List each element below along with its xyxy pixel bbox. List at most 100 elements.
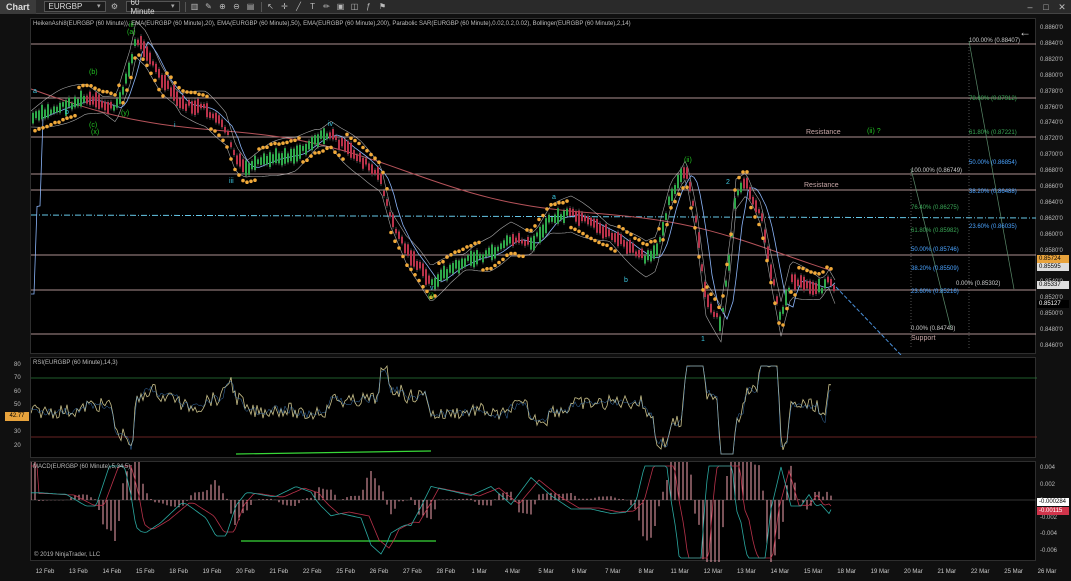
candle-body bbox=[623, 239, 625, 247]
candle-body bbox=[476, 250, 478, 265]
period-select[interactable]: 60 Minute ▾ bbox=[125, 0, 180, 16]
sar-dot bbox=[737, 175, 741, 180]
candle-body bbox=[815, 282, 817, 295]
line-tool-icon[interactable]: ╱ bbox=[294, 2, 304, 12]
candle-body bbox=[494, 247, 496, 259]
rsi-panel[interactable]: RSI(EURGBP (60 Minute),14,3) bbox=[30, 357, 1037, 458]
candle-body bbox=[410, 250, 412, 266]
crosshair-icon[interactable]: ✛ bbox=[280, 2, 290, 12]
sar-dot bbox=[693, 226, 697, 230]
candle-body bbox=[680, 168, 682, 183]
time-axis-label: 18 Feb bbox=[169, 569, 188, 575]
candle-body bbox=[638, 250, 640, 258]
zoom-out-icon[interactable]: ⊖ bbox=[232, 2, 242, 12]
pencil-icon[interactable]: ✏ bbox=[322, 2, 332, 12]
candle-body bbox=[206, 103, 208, 118]
sar-dot bbox=[37, 127, 41, 131]
sar-dot bbox=[449, 253, 453, 257]
price-panel[interactable]: HeikenAshi8(EURGBP (60 Minute)), EMA(EUR… bbox=[30, 18, 1037, 355]
candle-body bbox=[38, 110, 40, 121]
sar-dot bbox=[653, 239, 657, 243]
close-icon[interactable]: ✕ bbox=[1056, 1, 1068, 13]
price-axis-tick: 0.8680'0 bbox=[1040, 168, 1063, 175]
candle-body bbox=[647, 250, 649, 261]
price-axis[interactable]: 0.8860'0 0.8840'0 0.8820'0 0.8800'0 0.8780'0… bbox=[1036, 18, 1071, 354]
price-axis-tick: 0.8800'0 bbox=[1040, 72, 1063, 79]
sar-dot bbox=[505, 253, 509, 257]
candle-body bbox=[668, 196, 670, 206]
period-value: 60 Minute bbox=[130, 0, 155, 16]
macd-axis[interactable]: 0.0040.0020-0.002-0.004-0.006-0.000284-0… bbox=[1036, 461, 1071, 561]
sar-dot bbox=[97, 88, 101, 92]
candle-body bbox=[515, 237, 517, 243]
time-axis[interactable]: 12 Feb 13 Feb 14 Feb 15 Feb 18 Feb 19 Feb 20 F… bbox=[30, 564, 1057, 581]
data-box-icon[interactable]: ▣ bbox=[336, 2, 346, 12]
sar-dot bbox=[373, 156, 377, 160]
sar-dot bbox=[669, 206, 673, 210]
cursor-icon[interactable]: ↖ bbox=[266, 2, 276, 12]
candle-body bbox=[692, 200, 694, 206]
candle-body bbox=[305, 144, 307, 155]
sar-dot bbox=[205, 94, 209, 99]
candle-body bbox=[785, 290, 787, 306]
time-axis-label: 8 Mar bbox=[638, 569, 654, 575]
time-axis-label: 21 Feb bbox=[269, 569, 289, 575]
price-axis-tick: 0.8720'0 bbox=[1040, 136, 1063, 143]
sar-dot bbox=[329, 145, 333, 150]
sar-dot bbox=[789, 290, 793, 294]
candle-body bbox=[701, 264, 703, 272]
candle-body bbox=[545, 218, 547, 234]
candle-body bbox=[782, 306, 784, 314]
sar-dot bbox=[281, 141, 285, 145]
minimize-icon[interactable]: – bbox=[1024, 1, 1036, 13]
back-arrow-icon[interactable]: ← bbox=[1019, 25, 1031, 39]
time-axis-label: 13 Mar bbox=[737, 569, 756, 575]
sar-dot bbox=[209, 127, 213, 131]
price-axis-tick: 0.8640'0 bbox=[1040, 199, 1063, 206]
sar-dot bbox=[557, 200, 561, 205]
instrument-select[interactable]: EURGBP ▾ bbox=[43, 1, 106, 12]
sar-dot bbox=[149, 71, 153, 76]
sar-dot bbox=[177, 85, 181, 90]
fib-label: 100.00% (0.86749) bbox=[911, 168, 963, 174]
sar-dot bbox=[105, 90, 109, 94]
candle-body bbox=[146, 46, 148, 61]
macd-panel[interactable]: MACD(EURGBP (60 Minute),5,34,5) © 2019 N… bbox=[30, 461, 1037, 562]
candle-body bbox=[536, 232, 538, 237]
candle-body bbox=[584, 215, 586, 222]
search-instrument-icon[interactable]: ⚙ bbox=[110, 2, 120, 12]
strategies-icon[interactable]: ⚑ bbox=[378, 2, 388, 12]
properties-icon[interactable]: ▤ bbox=[246, 2, 256, 12]
zoom-in-icon[interactable]: ⊕ bbox=[218, 2, 228, 12]
indicators-icon[interactable]: ƒ bbox=[364, 2, 374, 12]
maximize-icon[interactable]: □ bbox=[1040, 1, 1052, 13]
candle-body bbox=[470, 250, 472, 266]
candle-body bbox=[455, 259, 457, 269]
rsi-chart-canvas bbox=[31, 364, 1037, 455]
sar-dot bbox=[689, 206, 693, 210]
candle-body bbox=[797, 279, 799, 287]
candle-body bbox=[479, 253, 481, 259]
price-axis-tick: 0.8580'0 bbox=[1040, 247, 1063, 254]
sar-dot bbox=[293, 138, 297, 143]
sar-dot bbox=[337, 153, 341, 157]
candle-body bbox=[227, 130, 229, 135]
text-tool-icon[interactable]: T bbox=[308, 2, 318, 12]
bar-type-icon[interactable]: ▥ bbox=[190, 2, 200, 12]
sar-dot bbox=[41, 126, 45, 130]
candle-body bbox=[374, 169, 376, 175]
screenshot-icon[interactable]: ◫ bbox=[350, 2, 360, 12]
candle-body bbox=[194, 100, 196, 115]
time-axis-label: 27 Feb bbox=[403, 569, 422, 575]
sar-dot bbox=[745, 170, 749, 174]
resistance-label: Resistance bbox=[804, 182, 839, 189]
candle-body bbox=[524, 240, 526, 246]
sar-dot bbox=[345, 132, 349, 137]
rsi-indicator-label: RSI(EURGBP (60 Minute),14,3) bbox=[33, 360, 118, 366]
sar-dot bbox=[521, 254, 525, 259]
draw-tools-icon[interactable]: ✎ bbox=[204, 2, 214, 12]
sar-dot bbox=[445, 255, 449, 259]
candle-body bbox=[248, 163, 250, 175]
rsi-tick: 70 bbox=[14, 375, 21, 381]
candle-body bbox=[533, 235, 535, 251]
